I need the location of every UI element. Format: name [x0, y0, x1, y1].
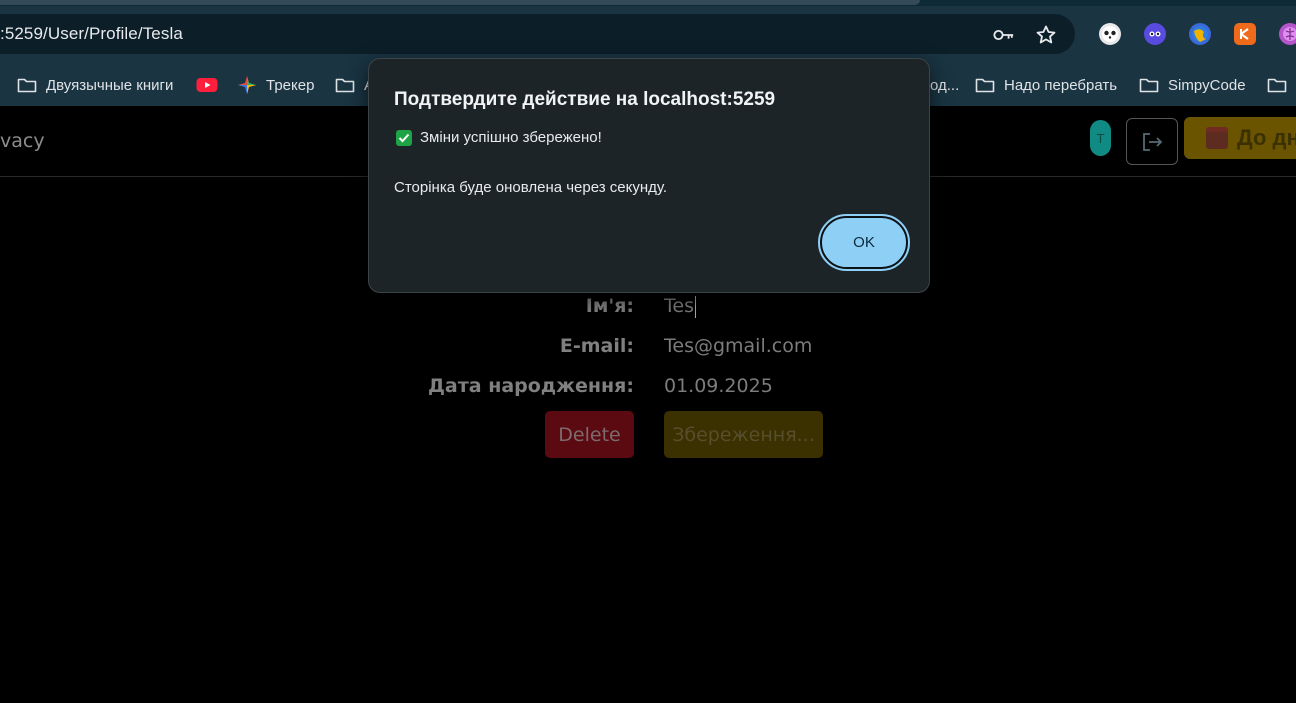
bookmark-tracker[interactable]: Трекер	[237, 70, 314, 100]
ghost-extension-icon[interactable]	[1144, 23, 1166, 45]
logout-button[interactable]	[1126, 118, 1178, 165]
avatar[interactable]: T	[1090, 120, 1111, 156]
browser-toolbar: :5259/User/Profile/Tesla	[0, 6, 1296, 64]
email-label: E-mail:	[559, 335, 634, 357]
orange-extension-icon[interactable]	[1234, 23, 1256, 45]
dialog-title: Подтвердите действие на localhost:5259	[394, 89, 776, 110]
globe-extension-icon[interactable]	[1189, 23, 1211, 45]
folder-icon	[335, 78, 355, 93]
bookmark-label: SimpyCode	[1168, 76, 1246, 94]
panda-extension-icon[interactable]	[1099, 23, 1121, 45]
dialog-message-reload: Сторінка буде оновлена через секунду.	[394, 179, 668, 196]
name-label: Ім'я:	[585, 295, 634, 317]
bookmark-label: Двуязычные книги	[46, 76, 174, 94]
folder-icon	[17, 78, 37, 93]
bookmark-label: од...	[930, 76, 960, 94]
folder-icon	[1267, 78, 1287, 93]
folder-icon	[975, 78, 995, 93]
dialog-success-text: Зміни успішно збережено!	[420, 129, 602, 146]
bookmark-folder-cut[interactable]	[1267, 70, 1296, 100]
url-text[interactable]: :5259/User/Profile/Tesla	[0, 14, 183, 54]
bookmark-simpycode[interactable]: SimpyCode	[1139, 70, 1246, 100]
diary-button[interactable]: До дн	[1184, 117, 1296, 159]
text-caret	[694, 295, 696, 318]
dialog-message-success: Зміни успішно збережено!	[396, 129, 602, 146]
youtube-icon	[196, 78, 218, 92]
logout-icon	[1143, 132, 1163, 151]
name-field[interactable]: Tes	[664, 295, 696, 318]
ok-button[interactable]: OK	[818, 214, 910, 271]
delete-button[interactable]: Delete	[545, 411, 634, 458]
name-value: Tes	[664, 295, 694, 317]
tracker-app-icon	[238, 76, 256, 94]
dob-label: Дата народження:	[428, 375, 634, 397]
email-field[interactable]: Tes@gmail.com	[664, 335, 812, 357]
active-tab-edge[interactable]	[0, 0, 920, 5]
key-icon[interactable]	[993, 24, 1015, 46]
bookmark-to-sort[interactable]: Надо перебрать	[975, 70, 1117, 100]
bookmark-star-icon[interactable]	[1035, 24, 1057, 46]
diary-button-label: До дн	[1237, 125, 1296, 150]
folder-icon	[1139, 78, 1159, 93]
calendar-icon	[1206, 127, 1228, 149]
bookmark-label: Трекер	[266, 76, 315, 94]
save-button[interactable]: Збереження...	[664, 411, 823, 458]
nav-link-privacy[interactable]: vacy	[0, 130, 45, 152]
bookmark-youtube[interactable]	[196, 70, 218, 100]
bookmark-bilingual-books[interactable]: Двуязычные книги	[17, 70, 173, 100]
check-mark-icon	[396, 129, 412, 146]
confirm-dialog: Подтвердите действие на localhost:5259 З…	[368, 58, 930, 293]
address-bar[interactable]: :5259/User/Profile/Tesla	[0, 14, 1075, 54]
bookmark-label: Надо перебрать	[1004, 76, 1118, 94]
bookmark-hidden-folder[interactable]: од...	[930, 70, 959, 100]
dob-field[interactable]: 01.09.2025	[664, 375, 773, 397]
brain-extension-icon[interactable]	[1279, 23, 1296, 45]
